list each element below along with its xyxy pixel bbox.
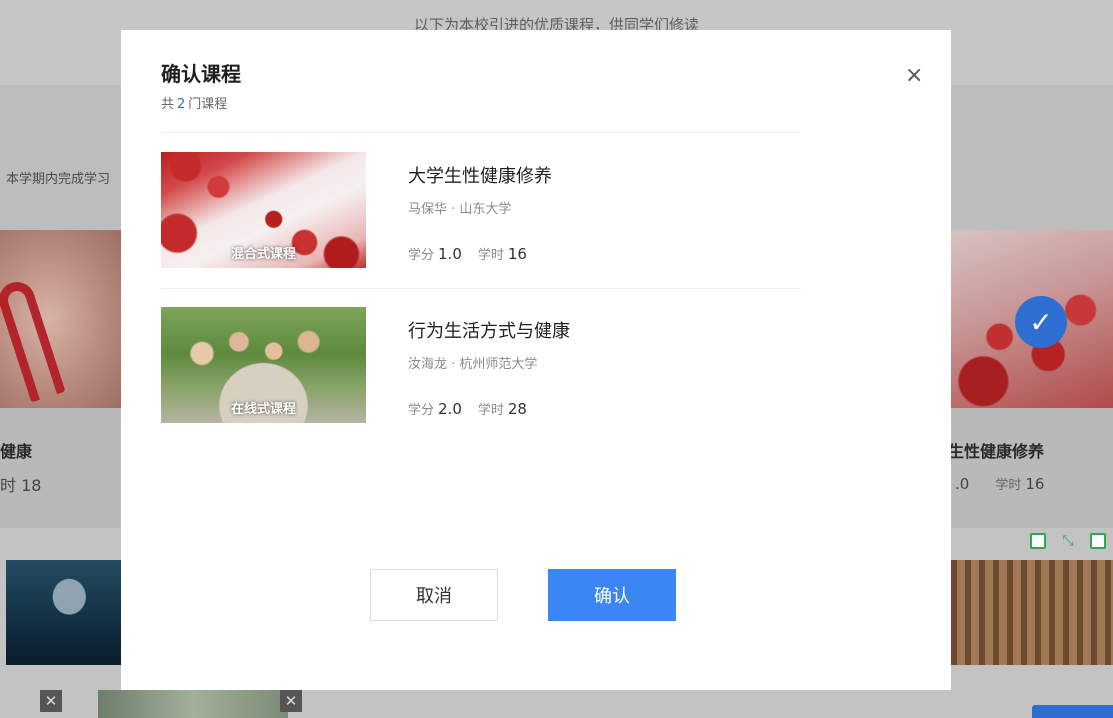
confirm-course-dialog: 确认课程 共 2 门课程 × 混合式课程 大学生性健康修养 马保华 · 山东大学 学…: [121, 30, 951, 690]
dialog-title: 确认课程: [161, 62, 241, 86]
close-thumbnail-icon[interactable]: ✕: [280, 690, 302, 712]
course-title: 行为生活方式与健康: [408, 321, 570, 342]
course-count-number: 2: [177, 97, 186, 112]
credit-value: 1.0: [438, 245, 462, 263]
divider: [161, 132, 801, 133]
credit-value: 2.0: [438, 400, 462, 418]
floating-toolbar: ⤡: [1030, 533, 1106, 549]
credit-label: 学分: [408, 248, 435, 263]
close-thumbnail-icon[interactable]: ✕: [40, 690, 62, 712]
expand-icon[interactable]: ⤡: [1060, 533, 1076, 549]
hours-label: 学时: [477, 403, 504, 418]
course-meta: 学分 1.0 学时 16: [408, 244, 527, 263]
course-item[interactable]: 在线式课程 行为生活方式与健康 汝海龙 · 杭州师范大学 学分 2.0 学时 28: [161, 307, 801, 425]
cancel-button[interactable]: 取消: [370, 569, 498, 621]
course-item[interactable]: 混合式课程 大学生性健康修养 马保华 · 山东大学 学分 1.0 学时 16: [161, 152, 801, 270]
course-thumbnail: 混合式课程: [161, 152, 366, 268]
background-hint: 本学期内完成学习: [6, 172, 111, 187]
background-hours-value: 16: [1025, 475, 1045, 493]
course-type-tag: 混合式课程: [230, 247, 296, 262]
hours-value: 16: [507, 245, 527, 263]
course-count-suffix: 门课程: [188, 97, 228, 112]
hours-label: 学时: [477, 248, 504, 263]
credit-label: 学分: [408, 403, 435, 418]
course-teacher-school: 马保华 · 山东大学: [408, 202, 512, 217]
hours-value: 28: [507, 400, 527, 418]
background-course-image-bottom-right: [951, 560, 1113, 665]
background-credit-value: .0: [955, 475, 970, 493]
background-course-title-left: 健康: [0, 442, 33, 461]
course-meta: 学分 2.0 学时 28: [408, 399, 527, 418]
background-course-title-right: 生性健康修养: [948, 442, 1045, 461]
background-hours-label: 学时: [995, 478, 1022, 493]
course-title: 大学生性健康修养: [408, 166, 552, 187]
background-course-meta-right: .0 学时 16: [955, 474, 1044, 493]
close-icon[interactable]: ×: [905, 65, 923, 87]
course-type-tag: 在线式课程: [230, 402, 296, 417]
background-course-meta-left: 时 18: [0, 476, 42, 495]
confirm-button[interactable]: 确认: [548, 569, 676, 621]
screenshot-icon[interactable]: [1090, 533, 1106, 549]
course-teacher-school: 汝海龙 · 杭州师范大学: [408, 357, 538, 372]
divider: [161, 288, 801, 289]
course-thumbnail: 在线式课程: [161, 307, 366, 423]
course-count-prefix: 共: [161, 97, 175, 112]
checkmark-icon: ✓: [1015, 296, 1067, 348]
background-course-image-bottom-left: [6, 560, 121, 665]
window-icon[interactable]: [1030, 533, 1046, 549]
course-count: 共 2 门课程: [161, 93, 227, 112]
background-thumbnail: [98, 690, 288, 718]
background-blue-button[interactable]: [1032, 705, 1113, 718]
